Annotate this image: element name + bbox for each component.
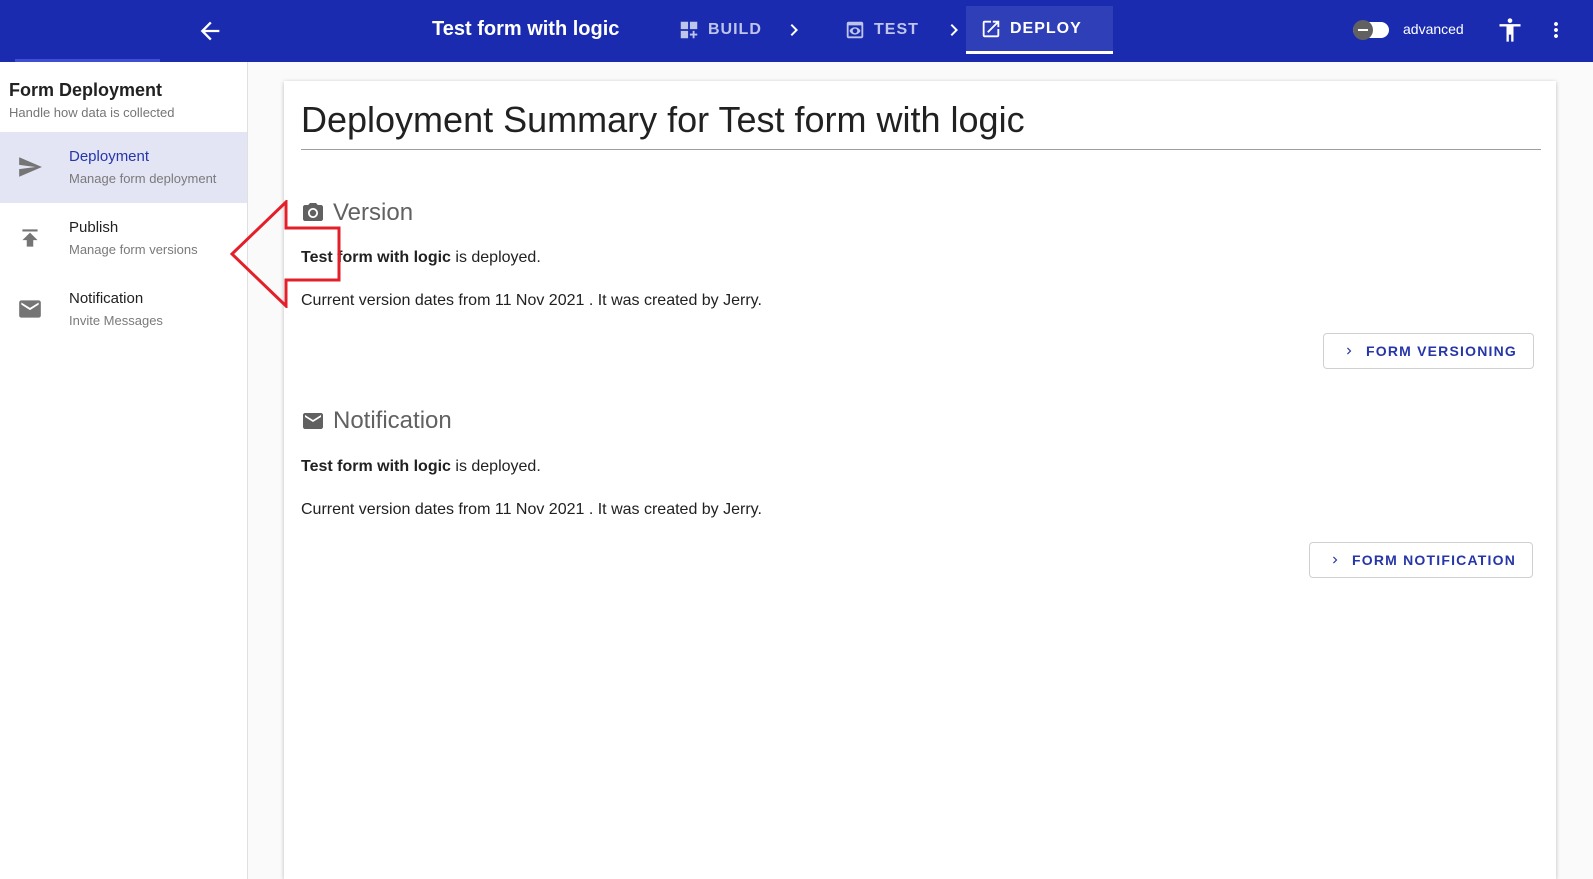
- deployed-suffix: is deployed.: [450, 249, 541, 266]
- mail-icon: [303, 413, 323, 429]
- dashboard-add-icon: [680, 21, 698, 39]
- notification-deployed-text: Test form with logic is deployed.: [301, 458, 541, 476]
- form-name: Test form with logic: [301, 458, 451, 475]
- page-title: Deployment Summary for Test form with lo…: [301, 99, 1541, 150]
- sidebar: Form Deployment Handle how data is colle…: [0, 62, 248, 879]
- red-arrow-annotation: [230, 200, 341, 308]
- form-notification-button[interactable]: FORM NOTIFICATION: [1309, 542, 1534, 578]
- sidebar-item-deployment[interactable]: Deployment Manage form deployment: [0, 132, 247, 203]
- mail-icon: [19, 300, 41, 318]
- step-test[interactable]: TEST: [830, 6, 933, 54]
- deployed-suffix: is deployed.: [450, 458, 541, 475]
- step-deploy[interactable]: DEPLOY: [966, 6, 1113, 54]
- sidebar-title: Form Deployment: [9, 80, 163, 100]
- form-title: Test form with logic: [432, 18, 620, 40]
- deployment-summary-card: Deployment Summary for Test form with lo…: [284, 81, 1556, 879]
- form-versioning-button[interactable]: FORM VERSIONING: [1323, 333, 1535, 369]
- chevron-right-icon: [950, 24, 958, 36]
- chevron-right-icon: [1333, 556, 1338, 564]
- version-heading-text: Version: [333, 199, 414, 226]
- form-notification-label: FORM NOTIFICATION: [1352, 552, 1517, 568]
- open-in-new-icon: [982, 20, 1000, 37]
- version-info-text: Current version dates from 11 Nov 2021 .…: [301, 292, 762, 309]
- sidebar-subtitle: Handle how data is collected: [9, 105, 175, 120]
- send-icon: [19, 157, 42, 177]
- accessibility-icon[interactable]: [1496, 16, 1524, 44]
- step-deploy-label: DEPLOY: [1010, 19, 1082, 37]
- notification-heading-text: Notification: [333, 407, 452, 434]
- chevron-right-icon: [1347, 347, 1352, 355]
- sidebar-item-notification[interactable]: Notification Invite Messages: [0, 274, 247, 345]
- sidebar-item-label: Deployment: [69, 148, 150, 165]
- sidebar-item-description: Invite Messages: [69, 313, 163, 328]
- preview-icon: [846, 21, 864, 39]
- sidebar-header: Form Deployment Handle how data is colle…: [0, 62, 247, 120]
- form-versioning-label: FORM VERSIONING: [1366, 343, 1518, 359]
- notification-section-heading: Notification: [301, 407, 452, 435]
- step-build[interactable]: BUILD: [664, 6, 776, 54]
- sidebar-item-label: Notification: [69, 290, 144, 307]
- back-arrow-icon[interactable]: [196, 17, 224, 45]
- sidebar-item-description: Manage form versions: [69, 242, 198, 257]
- notification-info-text: Current version dates from 11 Nov 2021 .…: [301, 501, 762, 518]
- step-test-label: TEST: [874, 21, 919, 38]
- sidebar-item-label: Publish: [69, 219, 119, 236]
- advanced-toggle[interactable]: [1352, 19, 1390, 41]
- chevron-right-icon: [790, 24, 798, 36]
- sidebar-item-publish[interactable]: Publish Manage form versions: [0, 203, 247, 274]
- top-app-bar: Test form with logic BUILD TEST DEPLOY a…: [0, 0, 1593, 62]
- advanced-label: advanced: [1403, 21, 1464, 37]
- step-build-label: BUILD: [708, 21, 762, 38]
- publish-icon: [22, 229, 38, 247]
- sidebar-item-description: Manage form deployment: [69, 171, 217, 186]
- more-vert-icon[interactable]: [1544, 16, 1568, 44]
